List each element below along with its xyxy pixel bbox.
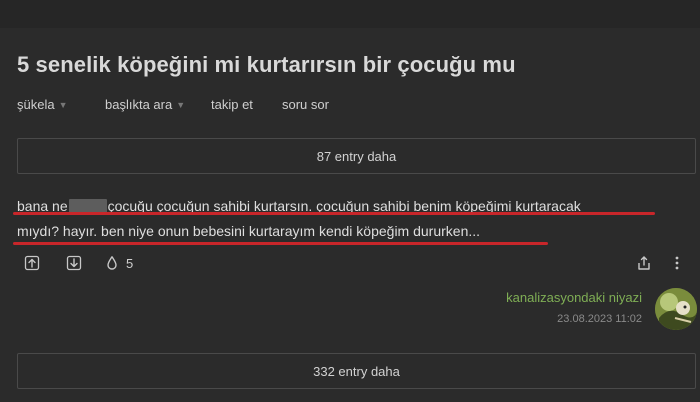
follow-button[interactable]: takip et <box>211 97 253 112</box>
load-more-entries-bottom[interactable]: 332 entry daha <box>17 353 696 389</box>
search-in-topic-label: başlıkta ara <box>105 97 173 112</box>
search-in-topic-dropdown[interactable]: başlıkta ara ▼ <box>105 97 185 112</box>
red-underline-annotation <box>13 242 548 245</box>
more-vertical-icon[interactable] <box>673 255 681 271</box>
upvote-icon[interactable] <box>24 255 40 271</box>
top-bar <box>0 0 700 28</box>
chevron-down-icon: ▼ <box>176 100 186 110</box>
entry-author[interactable]: kanalizasyondaki niyazi <box>506 290 642 305</box>
entry-date[interactable]: 23.08.2023 11:02 <box>557 313 642 325</box>
avatar-image <box>655 288 697 330</box>
sukela-label: şükela <box>17 97 55 112</box>
topic-title[interactable]: 5 senelik köpeğini mi kurtarırsın bir ço… <box>17 52 516 78</box>
author-avatar[interactable] <box>655 288 697 330</box>
share-icon[interactable] <box>636 255 652 271</box>
favorite-count: 5 <box>126 256 134 271</box>
entry-line-1: bana ne çocuğu çocuğun sahibi kurtarsın. … <box>17 194 677 219</box>
chevron-down-icon: ▼ <box>58 100 68 110</box>
red-underline-annotation <box>13 212 655 215</box>
load-more-entries-top[interactable]: 87 entry daha <box>17 138 696 174</box>
entry-content: bana ne çocuğu çocuğun sahibi kurtarsın. … <box>17 194 677 244</box>
redaction-block <box>68 199 107 213</box>
entry-line-2: mıydı? hayır. ben niye onun bebesini kur… <box>17 223 481 239</box>
downvote-icon[interactable] <box>66 255 82 271</box>
sukela-dropdown[interactable]: şükela ▼ <box>17 97 68 112</box>
drop-icon[interactable] <box>104 255 120 271</box>
ask-question-button[interactable]: soru sor <box>282 97 329 112</box>
